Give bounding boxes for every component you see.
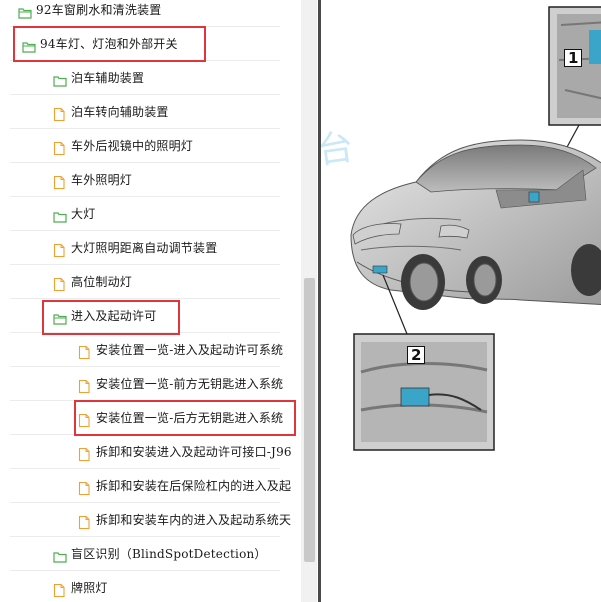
document-view: 台 1 2 <box>321 0 601 602</box>
scrollbar-thumb[interactable] <box>304 278 315 562</box>
tree-item-label: 车外照明灯 <box>71 173 133 187</box>
folder-icon <box>53 72 67 87</box>
tree-item-92-wiper-washer[interactable]: 92车窗刷水和清洗装置 <box>10 0 280 27</box>
tree-item-label: 94车灯、灯泡和外部开关 <box>40 37 178 51</box>
document-icon <box>53 140 67 155</box>
document-icon <box>53 174 67 189</box>
tree-item-label: 安装位置一览-后方无钥匙进入系统 <box>96 411 284 425</box>
folder-open-icon <box>22 38 36 53</box>
folder-icon <box>53 548 67 563</box>
tree-item-label: 泊车转向辅助装置 <box>71 105 169 119</box>
document-icon <box>78 514 92 529</box>
tree-item-label: 拆卸和安装车内的进入及起动系统天 <box>96 513 292 527</box>
tree-scrollbar[interactable] <box>301 0 317 602</box>
tree-item-label: 安装位置一览-进入及起动许可系统 <box>96 343 284 357</box>
tree-item-park-steering-assist[interactable]: 泊车转向辅助装置 <box>10 95 280 129</box>
document-icon <box>53 582 67 597</box>
document-icon <box>78 344 92 359</box>
tree-item-label: 拆卸和安装进入及起动许可接口-J96 <box>96 445 292 459</box>
document-icon <box>78 412 92 427</box>
tree-item-label: 牌照灯 <box>71 581 108 595</box>
tree-item-label: 高位制动灯 <box>71 275 133 289</box>
vehicle-illustration <box>350 6 601 451</box>
document-icon <box>53 242 67 257</box>
tree-item-label: 泊车辅助装置 <box>71 71 145 85</box>
tree-item-remove-install-interface-j965[interactable]: 拆卸和安装进入及起动许可接口-J96 <box>10 435 292 469</box>
tree-item-label: 92车窗刷水和清洗装置 <box>36 3 162 17</box>
tree-item-install-overview-front-keyless[interactable]: 安装位置一览-前方无钥匙进入系统 <box>10 367 284 401</box>
tree-item-entry-start-authorization[interactable]: 进入及起动许可 <box>10 299 280 333</box>
folder-icon <box>53 208 67 223</box>
callout-label-1: 1 <box>564 49 583 67</box>
tree-item-install-overview-rear-keyless[interactable]: 安装位置一览-后方无钥匙进入系统 <box>10 401 284 435</box>
folder-open-icon <box>53 310 67 325</box>
tree-item-remove-install-interior-antenna[interactable]: 拆卸和安装车内的进入及起动系统天 <box>10 503 291 537</box>
tree-item-license-plate-light[interactable]: 牌照灯 <box>10 571 280 602</box>
navigation-tree: 92车窗刷水和清洗装置 94车灯、灯泡和外部开关 泊车辅助装置 泊车转向辅助装置… <box>0 0 301 602</box>
tree-item-label: 车外后视镜中的照明灯 <box>71 139 194 153</box>
document-icon <box>53 106 67 121</box>
document-icon <box>78 446 92 461</box>
tree-item-label: 拆卸和安装在后保险杠内的进入及起 <box>96 479 292 493</box>
callout-label-2: 2 <box>407 346 426 364</box>
document-icon <box>78 480 92 495</box>
tree-item-label: 大灯照明距离自动调节装置 <box>71 241 218 255</box>
tree-item-label: 进入及起动许可 <box>71 309 157 323</box>
tree-item-headlight-range-control[interactable]: 大灯照明距离自动调节装置 <box>10 231 280 265</box>
folder-open-icon <box>18 4 32 19</box>
tree-item-high-brake-light[interactable]: 高位制动灯 <box>10 265 280 299</box>
tree-item-label: 盲区识别（BlindSpotDetection） <box>71 547 267 561</box>
tree-item-label: 大灯 <box>71 207 96 221</box>
tree-item-94-lights-bulbs-switches[interactable]: 94车灯、灯泡和外部开关 <box>10 27 280 61</box>
document-icon <box>53 276 67 291</box>
tree-item-blind-spot-detection[interactable]: 盲区识别（BlindSpotDetection） <box>10 537 280 571</box>
tree-item-label: 安装位置一览-前方无钥匙进入系统 <box>96 377 284 391</box>
tree-item-mirror-lights[interactable]: 车外后视镜中的照明灯 <box>10 129 280 163</box>
tree-item-exterior-lights[interactable]: 车外照明灯 <box>10 163 280 197</box>
tree-item-remove-install-rear-bumper[interactable]: 拆卸和安装在后保险杠内的进入及起 <box>10 469 291 503</box>
document-icon <box>78 378 92 393</box>
tree-item-parking-assist[interactable]: 泊车辅助装置 <box>10 61 280 95</box>
tree-item-install-overview-entry-start[interactable]: 安装位置一览-进入及起动许可系统 <box>10 333 284 367</box>
tree-item-headlights[interactable]: 大灯 <box>10 197 280 231</box>
